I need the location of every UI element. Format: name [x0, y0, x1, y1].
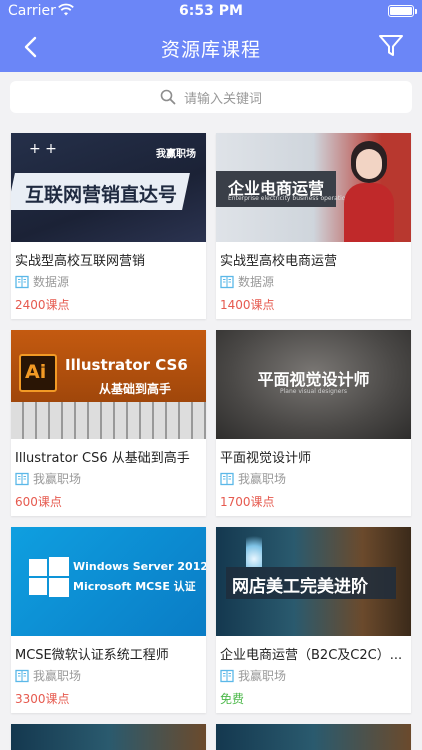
course-grid: 互联网营销直达号 我赢职场 + + 实战型高校互联网营销 数据源 2400课点 … [0, 0, 422, 750]
source-label: 我赢职场 [33, 669, 82, 683]
thumb-text: 网店美工完美进阶 [232, 577, 368, 597]
source-label: 数据源 [238, 275, 275, 289]
course-card[interactable]: 网店美工完美进阶 企业电商运营（B2C及C2C）... 我赢职场 免费 [216, 527, 411, 713]
course-thumbnail: 企业电商运营 Enterprise electricity business o… [216, 133, 411, 242]
thumb-text: Illustrator CS6 [65, 356, 188, 374]
source-label: 我赢职场 [238, 472, 287, 486]
course-title: 实战型高校互联网营销 [15, 254, 146, 269]
course-source: 数据源 [220, 273, 274, 290]
windows-logo-icon [29, 557, 69, 597]
thumb-subtitle: 从基础到高手 [99, 382, 172, 396]
course-points: 600课点 [15, 495, 62, 509]
course-points: 1400课点 [220, 298, 275, 312]
source-label: 我赢职场 [238, 669, 287, 683]
course-thumbnail [216, 724, 411, 750]
course-points: 2400课点 [15, 298, 70, 312]
course-thumbnail: Windows Server 2012 Microsoft MCSE 认证 [11, 527, 206, 636]
course-source: 数据源 [15, 273, 69, 290]
course-title: MCSE微软认证系统工程师 [15, 648, 169, 663]
course-card[interactable]: Ai Illustrator CS6 从基础到高手 Illustrator CS… [11, 330, 206, 516]
source-label: 我赢职场 [33, 472, 82, 486]
book-icon [15, 275, 29, 288]
book-icon [220, 669, 234, 682]
course-card[interactable]: 互联网营销直达号 我赢职场 + + 实战型高校互联网营销 数据源 2400课点 [11, 133, 206, 319]
book-icon [15, 472, 29, 485]
book-icon [15, 669, 29, 682]
thumb-subtitle: Plane visual designers [280, 388, 347, 395]
course-source: 我赢职场 [220, 470, 286, 487]
course-thumbnail [11, 724, 206, 750]
book-icon [220, 275, 234, 288]
course-title: 企业电商运营（B2C及C2C）... [220, 648, 403, 663]
course-card[interactable]: Windows Server 2012 Microsoft MCSE 认证 MC… [11, 527, 206, 713]
thumb-text: 互联网营销直达号 [25, 184, 178, 206]
thumb-text: Windows Server 2012 [73, 560, 206, 573]
course-title: 实战型高校电商运营 [220, 254, 338, 269]
thumb-text: 平面视觉设计师 [257, 370, 370, 389]
course-thumbnail: 互联网营销直达号 我赢职场 + + [11, 133, 206, 242]
course-title: 平面视觉设计师 [220, 451, 312, 466]
course-title: Illustrator CS6 从基础到高手 [15, 451, 190, 466]
thumb-subtitle: Microsoft MCSE 认证 [73, 580, 196, 593]
course-thumbnail: 平面视觉设计师 Plane visual designers [216, 330, 411, 439]
course-source: 我赢职场 [15, 667, 81, 684]
thumb-subtitle: Enterprise electricity business operatio… [228, 195, 353, 202]
course-source: 我赢职场 [220, 667, 286, 684]
course-points: 3300课点 [15, 692, 70, 706]
thumb-logo: 我赢职场 [156, 149, 196, 160]
course-card[interactable]: 企业电商运营 Enterprise electricity business o… [216, 133, 411, 319]
book-icon [220, 472, 234, 485]
course-thumbnail: 网店美工完美进阶 [216, 527, 411, 636]
course-card[interactable] [216, 724, 411, 750]
course-points: 免费 [220, 692, 245, 706]
thumb-logo: Ai [25, 361, 47, 383]
course-thumbnail: Ai Illustrator CS6 从基础到高手 [11, 330, 206, 439]
course-card[interactable]: 平面视觉设计师 Plane visual designers 平面视觉设计师 我… [216, 330, 411, 516]
course-source: 我赢职场 [15, 470, 81, 487]
source-label: 数据源 [33, 275, 70, 289]
course-points: 1700课点 [220, 495, 275, 509]
course-card[interactable] [11, 724, 206, 750]
